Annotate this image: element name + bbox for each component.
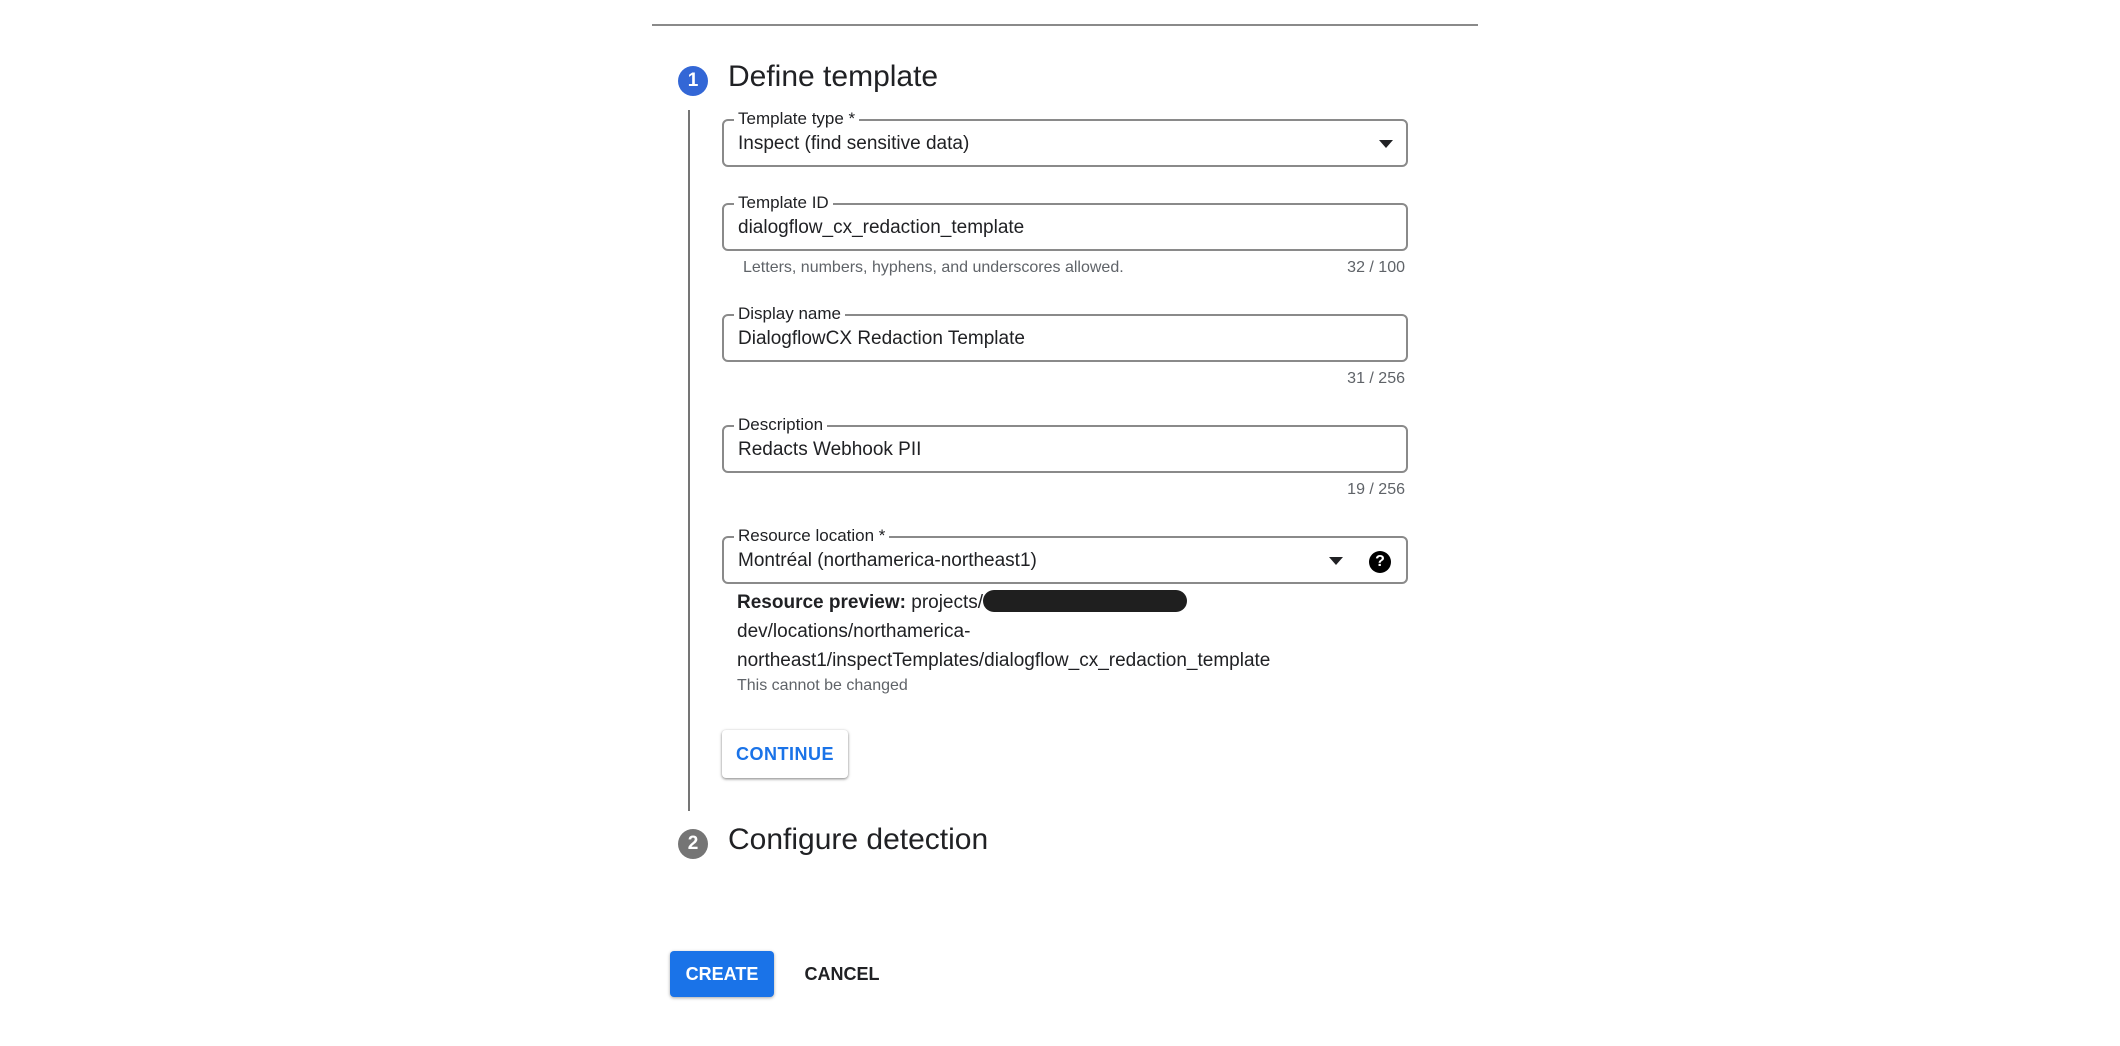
resource-preview-line-1: Resource preview: projects/ [737, 589, 1188, 615]
step-1-badge: 1 [678, 66, 708, 96]
top-divider [652, 24, 1478, 26]
template-type-label: Template type * [734, 109, 860, 129]
resource-location-value: Montréal (northamerica-northeast1) [738, 550, 1037, 571]
stepper-connector-line [688, 110, 690, 811]
template-type-select[interactable]: Template type * Inspect (find sensitive … [722, 109, 1408, 167]
template-type-value: Inspect (find sensitive data) [738, 133, 970, 154]
chevron-down-icon[interactable] [1329, 557, 1343, 565]
step-2-badge: 2 [678, 829, 708, 859]
continue-button[interactable]: CONTINUE [722, 730, 848, 778]
resource-location-label: Resource location * [734, 526, 890, 546]
help-icon[interactable]: ? [1369, 551, 1391, 573]
cancel-button[interactable]: CANCEL [796, 951, 888, 997]
template-id-hint: Letters, numbers, hyphens, and underscor… [743, 259, 1124, 276]
resource-preview-projects: projects/ [911, 592, 984, 613]
resource-preview-note: This cannot be changed [737, 677, 908, 694]
resource-preview-line-3: northeast1/inspectTemplates/dialogflow_c… [737, 650, 1271, 671]
step-1-title[interactable]: Define template [728, 60, 938, 94]
description-value: Redacts Webhook PII [738, 439, 922, 460]
template-id-counter: 32 / 100 [1347, 259, 1405, 276]
resource-preview-line-2: dev/locations/northamerica- [737, 621, 971, 642]
template-id-input[interactable]: Template ID dialogflow_cx_redaction_temp… [722, 193, 1408, 251]
template-id-label: Template ID [734, 193, 833, 213]
display-name-value: DialogflowCX Redaction Template [738, 328, 1025, 349]
step-2-title[interactable]: Configure detection [728, 823, 988, 857]
template-id-value: dialogflow_cx_redaction_template [738, 217, 1025, 238]
description-counter: 19 / 256 [1347, 481, 1405, 498]
description-label: Description [734, 415, 828, 435]
display-name-counter: 31 / 256 [1347, 370, 1405, 387]
resource-location-select[interactable]: Resource location * Montréal (northameri… [722, 526, 1408, 584]
redacted-project-id [983, 589, 1188, 612]
resource-preview-label: Resource preview: [737, 592, 906, 613]
description-input[interactable]: Description Redacts Webhook PII [722, 415, 1408, 473]
display-name-label: Display name [734, 304, 845, 324]
display-name-input[interactable]: Display name DialogflowCX Redaction Temp… [722, 304, 1408, 362]
chevron-down-icon [1379, 140, 1393, 148]
create-button[interactable]: CREATE [670, 951, 774, 997]
